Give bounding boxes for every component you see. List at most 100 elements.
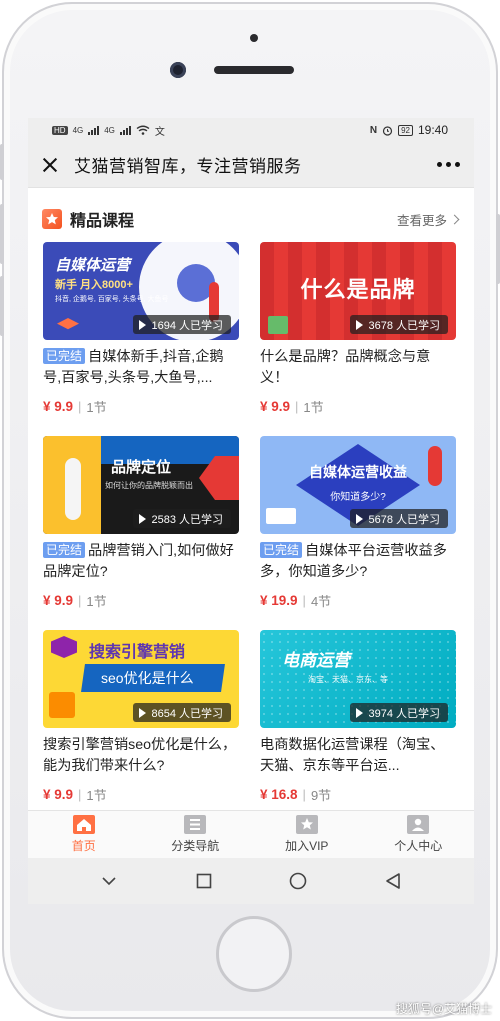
- see-more-link[interactable]: 查看更多: [396, 210, 460, 229]
- volume-up-button: [0, 204, 4, 264]
- meta-separator: |: [78, 787, 82, 802]
- course-thumbnail: 电商运营 淘宝、天猫、京东、等 3974 人已学习: [260, 630, 456, 728]
- section-header: 精品课程 查看更多: [28, 188, 474, 232]
- nav-home-button[interactable]: [283, 866, 313, 896]
- play-icon: [139, 513, 147, 524]
- course-title-text: 电商数据化运营课程（淘宝、天猫、京东等平台运...: [260, 737, 445, 774]
- course-card[interactable]: 什么是品牌 3678 人已学习 什么是品牌？品牌概念与意义！ ¥ 9.9 | 1…: [260, 242, 456, 416]
- course-price: ¥ 16.8: [260, 787, 298, 802]
- tab-profile[interactable]: 个人中心: [363, 811, 475, 858]
- logo-icon: [57, 318, 79, 330]
- nfc-icon: N: [369, 124, 378, 136]
- more-options-button[interactable]: [435, 156, 462, 173]
- course-thumbnail: 自媒体运营收益 你知道多少? 5678 人已学习: [260, 436, 456, 534]
- course-title-text: 什么是品牌？品牌概念与意义！: [260, 349, 431, 386]
- watermark: 搜狐号@艾猫博士: [395, 1002, 492, 1016]
- thumb-subtitle: 新手 月入8000+: [55, 279, 133, 291]
- translate-icon: 文: [154, 126, 165, 138]
- course-meta: ¥ 9.9 | 1节: [43, 785, 239, 804]
- thumb-decor-block: [49, 692, 75, 718]
- nav-back-button[interactable]: [378, 866, 408, 896]
- network-type-2: 4G: [104, 125, 115, 135]
- wifi-icon: [136, 125, 150, 135]
- square-icon: [196, 873, 212, 889]
- meta-separator: |: [302, 787, 306, 802]
- thumb-headline: 什么是品牌: [300, 277, 416, 302]
- tab-label: 首页: [71, 839, 96, 853]
- course-meta: ¥ 19.9 | 4节: [260, 591, 456, 610]
- home-icon: [72, 815, 95, 834]
- thumb-subtitle: 如何让你的品牌脱颖而出: [105, 481, 193, 490]
- nav-recents-button[interactable]: [189, 866, 219, 896]
- course-card[interactable]: 自媒体运营收益 你知道多少? 5678 人已学习 已完结 自媒体平台运营收益多多，…: [260, 436, 456, 610]
- hd-badge: HD: [52, 125, 68, 135]
- course-card[interactable]: 电商运营 淘宝、天猫、京东、等 3974 人已学习 电商数据化运营课程（淘宝、天…: [260, 630, 456, 804]
- thumb-subtitle: 淘宝、天猫、京东、等: [308, 675, 388, 684]
- course-sections: 9节: [310, 788, 332, 803]
- home-button[interactable]: [216, 916, 292, 992]
- thumb-headline: 自媒体运营收益: [309, 464, 407, 480]
- course-card[interactable]: 品牌定位 如何让你的品牌脱颖而出 2583 人已学习 已完结 品牌营销入门,如何做…: [43, 436, 239, 610]
- tab-home[interactable]: 首页: [28, 811, 140, 858]
- section-title: 精品课程: [70, 213, 135, 230]
- meta-separator: |: [302, 593, 306, 608]
- front-camera: [170, 62, 186, 78]
- meta-separator: |: [78, 399, 82, 414]
- learner-count: 8654 人已学习: [151, 707, 223, 720]
- course-price: ¥ 9.9: [43, 399, 74, 414]
- meta-separator: |: [295, 399, 299, 414]
- thumb-headline: 搜索引擎营销: [89, 644, 186, 661]
- title-bar: 艾猫营销智库，专注营销服务: [28, 142, 474, 188]
- completed-tag: 已完结: [43, 542, 86, 558]
- signal-icon-2: [119, 125, 131, 135]
- course-meta: ¥ 9.9 | 1节: [43, 591, 239, 610]
- proximity-sensor: [250, 34, 258, 42]
- category-icon: [184, 815, 207, 834]
- learner-count-badge: 3678 人已学习: [350, 315, 448, 334]
- course-title: 已完结 自媒体新手,抖音,企鹅号,百家号,头条号,大鱼号,...: [43, 347, 239, 389]
- course-price: ¥ 19.9: [260, 593, 298, 608]
- learner-count: 1694 人已学习: [151, 319, 223, 332]
- tab-vip[interactable]: 加入VIP: [251, 811, 363, 858]
- course-title: 什么是品牌？品牌概念与意义！: [260, 347, 456, 389]
- nav-down-button[interactable]: [94, 866, 124, 896]
- course-card[interactable]: 自媒体运营 新手 月入8000+ 抖音, 企鹅号, 百家号, 头条号, 大鱼号 …: [43, 242, 239, 416]
- system-nav-bar: [28, 858, 474, 904]
- course-price: ¥ 9.9: [260, 399, 291, 414]
- play-icon: [356, 319, 364, 330]
- play-icon: [139, 319, 147, 330]
- user-icon: [407, 815, 430, 834]
- alarm-icon: [382, 125, 393, 136]
- course-sections: 4节: [310, 594, 332, 609]
- volume-down-button: [0, 276, 4, 336]
- thumb-tags: 抖音, 企鹅号, 百家号, 头条号, 大鱼号: [55, 296, 169, 303]
- see-more-label: 查看更多: [396, 213, 447, 228]
- course-price: ¥ 9.9: [43, 593, 74, 608]
- course-meta: ¥ 9.9 | 1节: [260, 397, 456, 416]
- learner-count: 2583 人已学习: [151, 513, 223, 526]
- learner-count-badge: 8654 人已学习: [133, 703, 231, 722]
- network-type-1: 4G: [72, 125, 84, 135]
- course-thumbnail: 自媒体运营 新手 月入8000+ 抖音, 企鹅号, 百家号, 头条号, 大鱼号 …: [43, 242, 239, 340]
- completed-tag: 已完结: [260, 542, 303, 558]
- learner-count-badge: 1694 人已学习: [133, 315, 231, 334]
- status-time: 19:40: [417, 123, 448, 137]
- course-title: 已完结 自媒体平台运营收益多多，你知道多少?: [260, 541, 456, 583]
- close-button[interactable]: [40, 155, 60, 175]
- course-card[interactable]: 搜索引擎营销 seo优化是什么 8654 人已学习 搜索引擎营销 seo优化是什么…: [43, 630, 239, 804]
- signal-icon: [88, 125, 100, 135]
- course-list-area[interactable]: 精品课程 查看更多 自媒体运营 新手 月入8000+ 抖音, 企鹅号, 百家号,…: [28, 188, 474, 810]
- course-thumbnail: 什么是品牌 3678 人已学习: [260, 242, 456, 340]
- tab-category[interactable]: 分类导航: [140, 811, 252, 858]
- thumb-headline: 自媒体运营: [55, 257, 131, 274]
- star-icon: [42, 209, 62, 229]
- course-meta: ¥ 9.9 | 1节: [43, 397, 239, 416]
- phone-screen: HD 4G 4G 文 N 92 19:40 艾猫营销智库，专注营销服务 精品课程: [28, 118, 474, 904]
- meta-separator: |: [78, 593, 82, 608]
- course-price: ¥ 9.9: [43, 787, 74, 802]
- course-sections: 1节: [86, 788, 107, 803]
- course-thumbnail: 搜索引擎营销 seo优化是什么 8654 人已学习: [43, 630, 239, 728]
- course-thumbnail: 品牌定位 如何让你的品牌脱颖而出 2583 人已学习: [43, 436, 239, 534]
- play-icon: [356, 707, 364, 718]
- thumb-subtitle: seo优化是什么: [101, 670, 194, 686]
